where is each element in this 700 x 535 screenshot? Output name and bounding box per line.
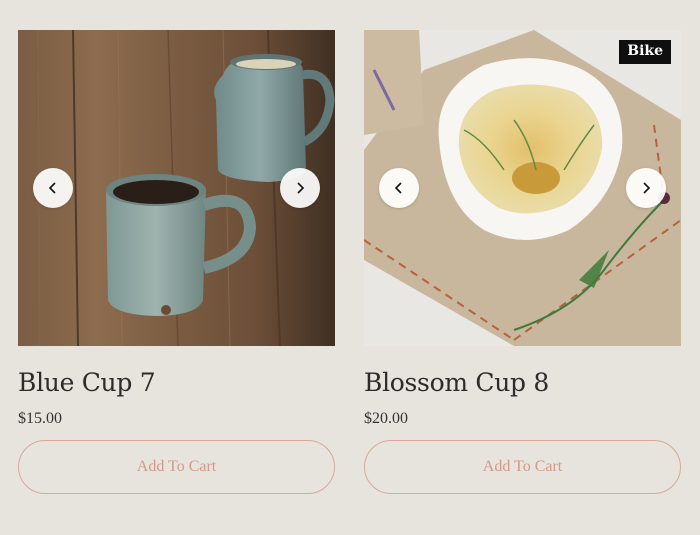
product-title[interactable]: Blossom Cup 8 (364, 368, 681, 398)
product-card: Blue Cup 7 $15.00 Add To Cart (18, 30, 335, 494)
next-image-button[interactable] (280, 168, 320, 208)
product-image-carousel[interactable] (18, 30, 335, 346)
product-card: Bike Blossom Cup 8 $20.00 Add To Cart (364, 30, 681, 494)
chevron-right-icon (643, 182, 651, 194)
add-to-cart-button[interactable]: Add To Cart (364, 440, 681, 494)
product-title[interactable]: Blue Cup 7 (18, 368, 335, 398)
add-to-cart-button[interactable]: Add To Cart (18, 440, 335, 494)
chevron-left-icon (394, 182, 402, 194)
product-price: $20.00 (364, 410, 408, 427)
previous-image-button[interactable] (379, 168, 419, 208)
chevron-right-icon (297, 182, 305, 194)
chevron-left-icon (48, 182, 56, 194)
product-badge: Bike (619, 40, 671, 64)
product-image-carousel[interactable]: Bike (364, 30, 681, 346)
product-grid: Blue Cup 7 $15.00 Add To Cart Bike Bloss… (18, 30, 682, 494)
next-image-button[interactable] (626, 168, 666, 208)
previous-image-button[interactable] (33, 168, 73, 208)
product-price: $15.00 (18, 410, 62, 427)
